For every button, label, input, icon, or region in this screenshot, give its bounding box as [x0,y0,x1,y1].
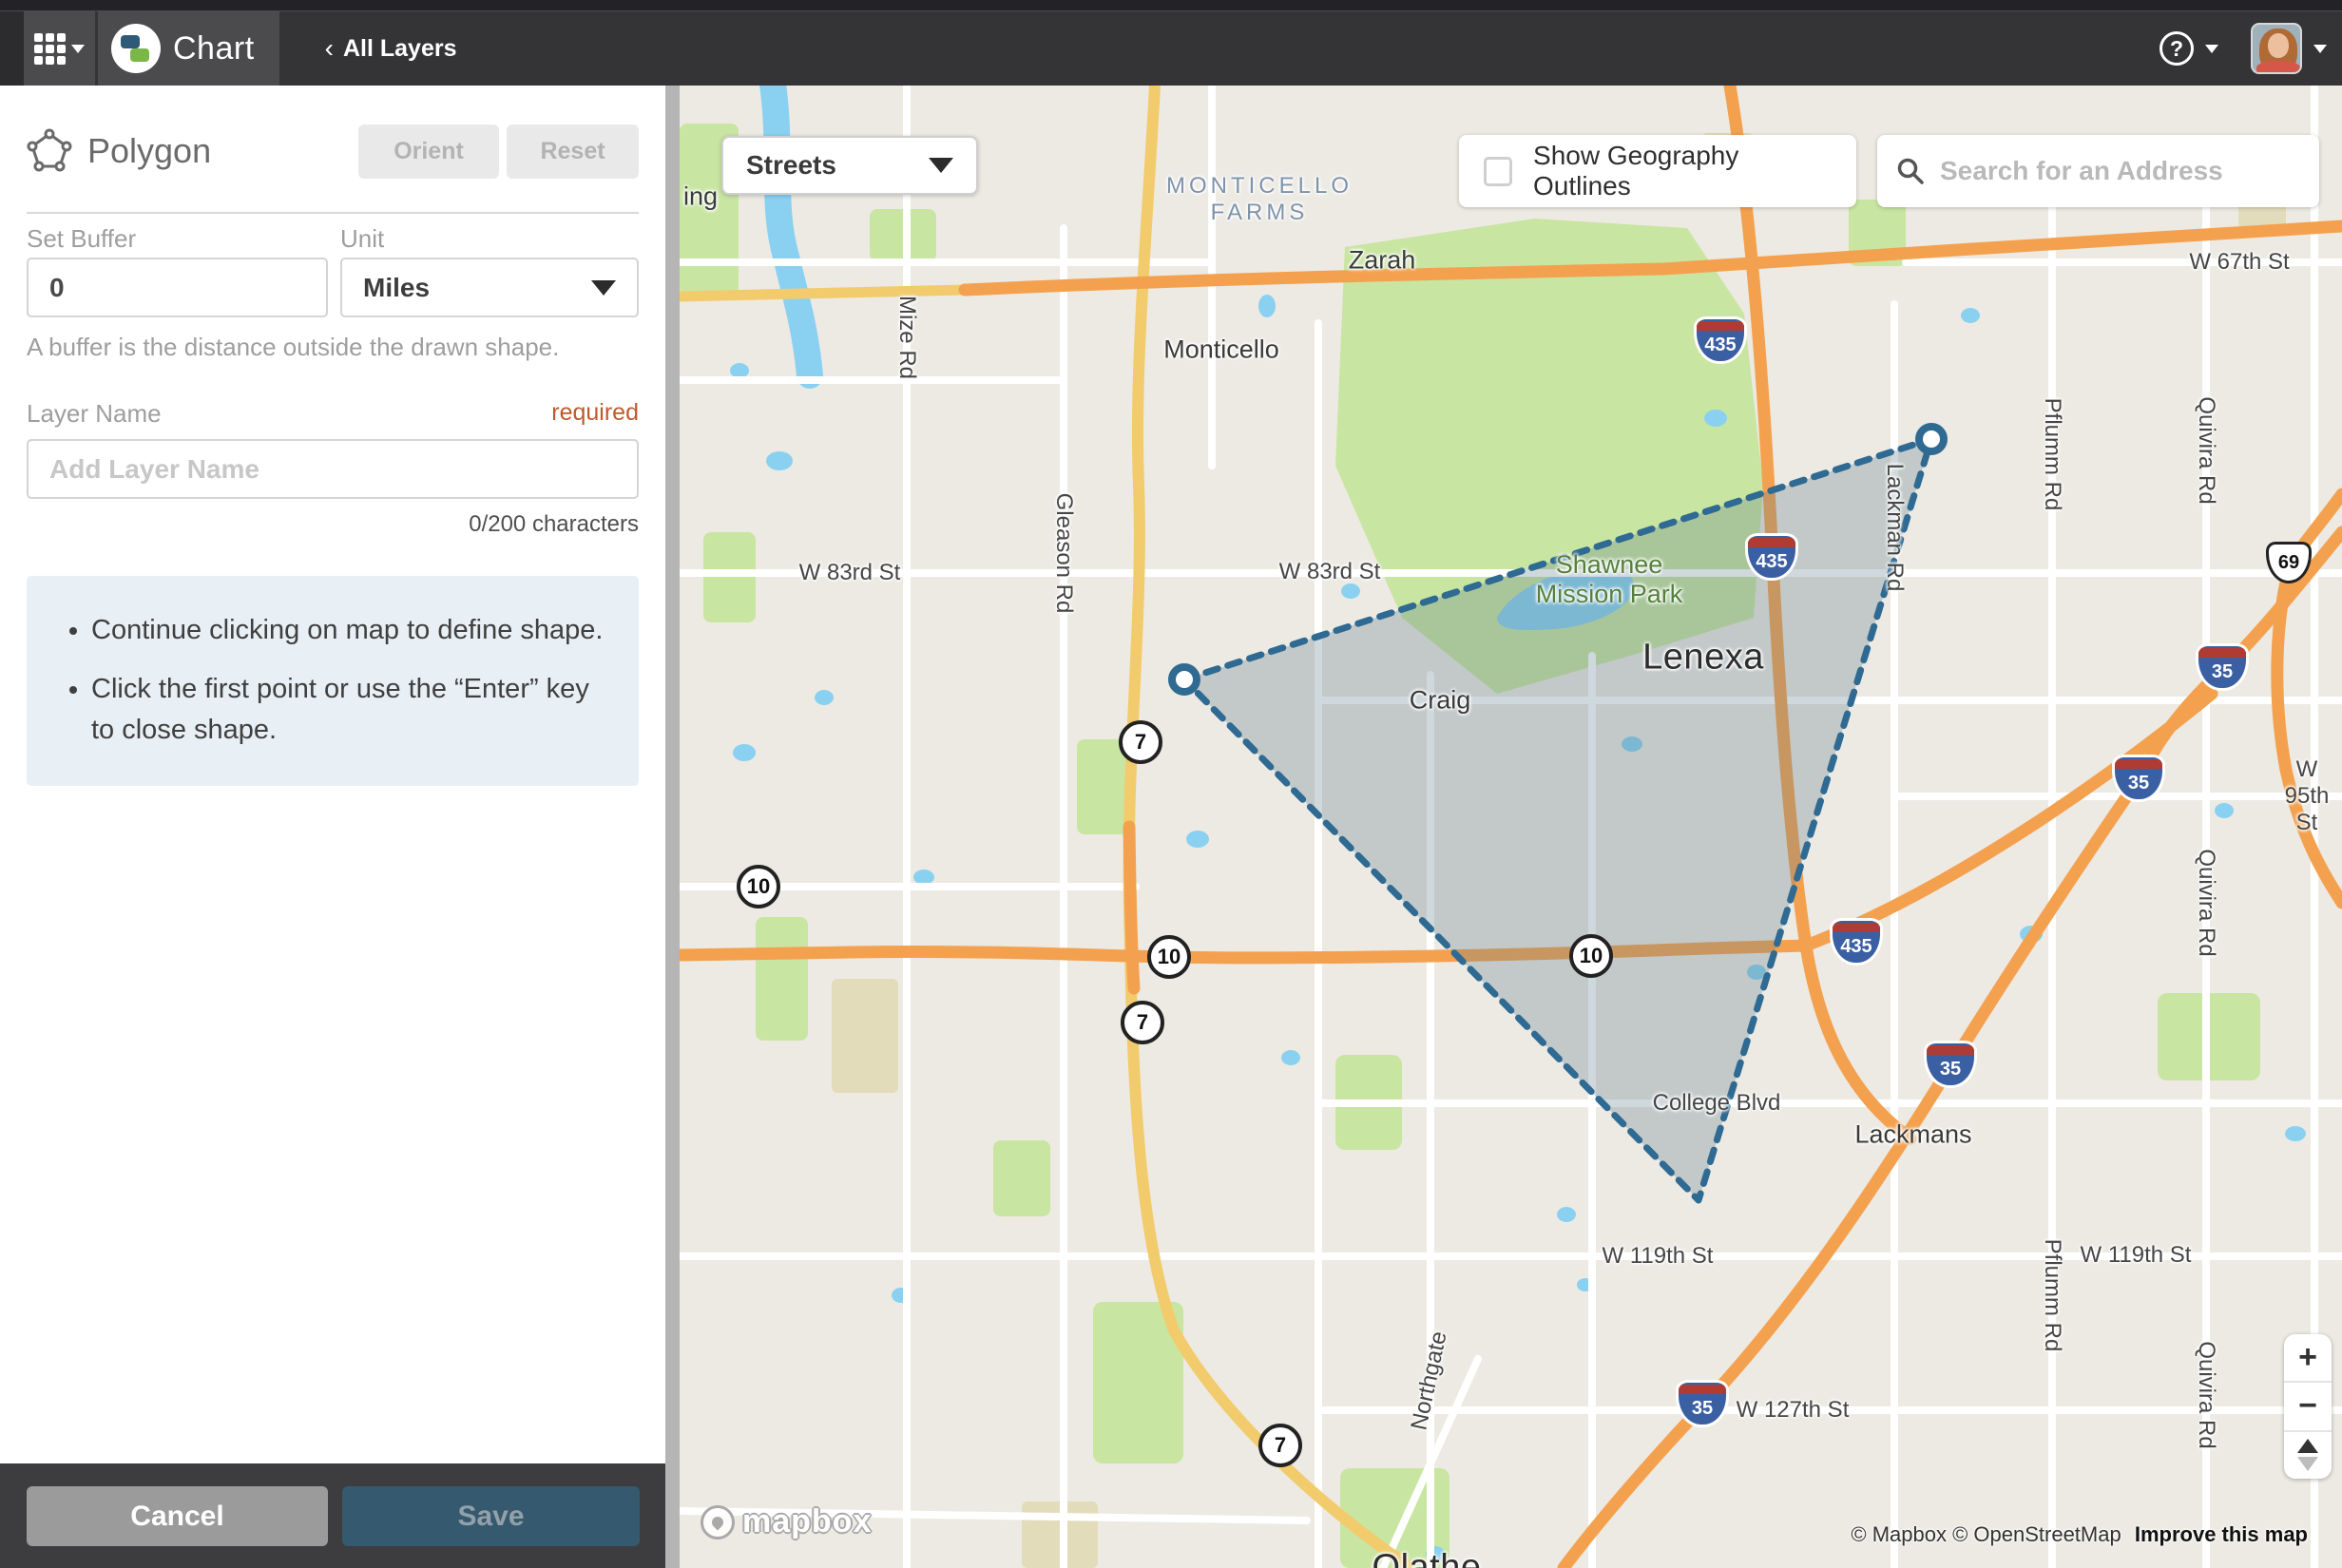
reset-button[interactable]: Reset [507,124,639,179]
cancel-button[interactable]: Cancel [27,1486,328,1546]
mapbox-wordmark: mapbox [742,1503,872,1540]
mapbox-logo[interactable]: mapbox [701,1503,872,1540]
map-zoom-control: + − [2284,1334,2332,1479]
help-icon: ? [2160,31,2194,66]
improve-map-link[interactable]: Improve this map [2135,1522,2308,1546]
unit-label: Unit [340,224,384,254]
polygon-vertex-handle[interactable] [1172,667,1197,692]
chevron-down-icon [929,158,953,173]
help-menu-button[interactable]: ? [2160,31,2218,66]
layer-name-input[interactable] [27,439,639,499]
character-counter: 0/200 characters [469,511,639,538]
chevron-down-icon [591,280,616,296]
sidebar-map-divider [665,86,680,1568]
save-button[interactable]: Save [342,1486,640,1546]
window-chrome-strip [0,0,2342,11]
polygon-tool-sidebar: Polygon Orient Reset Set Buffer Unit Mil… [0,86,665,1568]
avatar [2251,23,2302,74]
top-navigation-bar: Chart ‹ All Layers ? [0,11,2342,86]
topbar-left-edge [0,11,24,86]
search-icon [1896,157,1925,185]
set-buffer-label: Set Buffer [27,224,136,254]
instructions-box: Continue clicking on map to define shape… [27,576,639,786]
unit-select[interactable]: Miles [340,258,639,317]
zoom-in-button[interactable]: + [2284,1334,2332,1383]
app-window: Chart ‹ All Layers ? [0,0,2342,1568]
zoom-out-button[interactable]: − [2284,1383,2332,1431]
polygon-icon [27,128,72,174]
polygon-vertex-handle[interactable] [1919,427,1944,451]
chart-logo-icon [111,24,161,73]
breadcrumb-all-layers[interactable]: ‹ All Layers [325,33,457,64]
instruction-item: Click the first point or use the “Enter”… [91,669,610,752]
chevron-down-icon [2313,45,2327,53]
geography-outlines-label: Show Geography Outlines [1533,141,1832,201]
app-grid-button[interactable] [24,11,98,86]
layer-name-label: Layer Name [27,399,162,429]
panel-title: Polygon [87,131,358,171]
mapbox-pin-icon [701,1505,735,1539]
triangle-up-icon [2297,1439,2318,1453]
address-search-input[interactable] [1940,156,2300,186]
pitch-toggle-button[interactable] [2284,1432,2332,1479]
geography-outlines-toggle[interactable]: Show Geography Outlines [1459,135,1856,207]
orient-button[interactable]: Orient [358,124,499,179]
checkbox-unchecked[interactable] [1484,157,1512,186]
buffer-help-text: A buffer is the distance outside the dra… [27,333,559,362]
chart-app-logo[interactable]: Chart [98,11,279,86]
instruction-item: Continue clicking on map to define shape… [91,610,610,652]
app-name: Chart [173,30,255,67]
address-search-box[interactable] [1877,135,2319,207]
breadcrumb-label: All Layers [343,35,457,63]
basemap-style-select[interactable]: Streets [721,136,978,195]
chevron-down-icon [2205,45,2218,53]
drawn-polygon[interactable] [1184,439,1931,1200]
unit-value: Miles [363,273,591,303]
app-grid-icon [34,33,66,65]
chevron-down-icon [71,45,85,53]
basemap-style-value: Streets [746,150,929,181]
divider [27,212,639,214]
required-badge: required [551,399,639,427]
map-attribution[interactable]: © Mapbox © OpenStreetMap Improve this ma… [1851,1522,2308,1547]
user-menu-button[interactable] [2251,23,2327,74]
buffer-input[interactable] [27,258,328,317]
sidebar-footer: Cancel Save [0,1463,680,1568]
attribution-copyright: © Mapbox © OpenStreetMap [1851,1522,2121,1546]
drawn-polygon-overlay [680,86,2342,1568]
chevron-left-icon: ‹ [325,33,334,64]
map-canvas[interactable]: 4354354353535353569777101010 MONTICELLO … [680,86,2342,1568]
triangle-down-icon [2297,1457,2318,1471]
